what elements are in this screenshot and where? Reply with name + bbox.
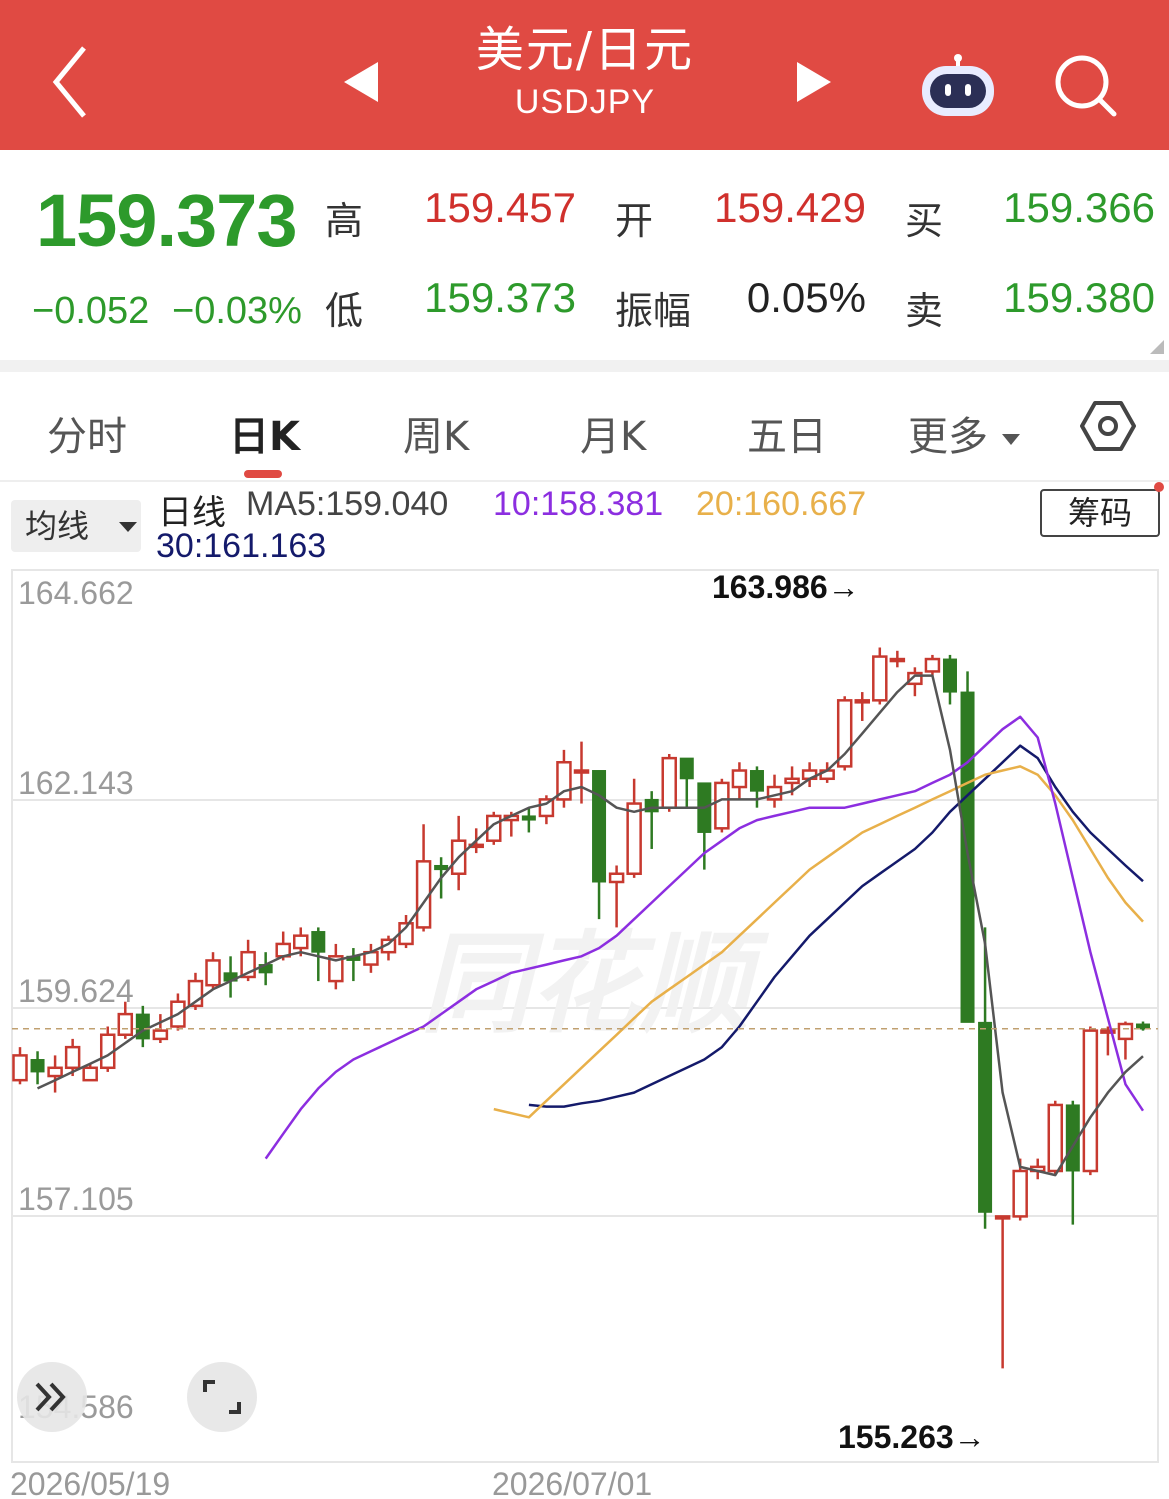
candle-body-up (661, 756, 677, 809)
candle-body-up (1047, 1103, 1064, 1173)
amplitude-value: 0.05% (746, 274, 866, 321)
amplitude-label: 振幅 (615, 289, 692, 333)
fullscreen-button[interactable] (187, 1362, 257, 1432)
tab-bar-divider (0, 480, 1169, 482)
candle-body-up (626, 802, 642, 875)
candlestick-chart[interactable]: 同花顺 164.662162.143159.624157.105154.586 … (0, 562, 1169, 1499)
candle-body-up (573, 769, 590, 774)
chevron-down-icon (119, 522, 137, 532)
back-arrow-icon[interactable] (40, 40, 100, 120)
tab-daily-k[interactable]: 日K (229, 404, 300, 462)
expand-corner-icon[interactable] (1150, 340, 1164, 354)
y-axis-tick-label: 162.143 (18, 765, 134, 801)
next-symbol-icon[interactable] (795, 60, 835, 104)
candle-body-down (592, 770, 607, 883)
top-nav-bar: 美元/日元 USDJPY (0, 0, 1169, 150)
candle-body-up (1012, 1169, 1028, 1218)
last-price: 159.373 (36, 179, 297, 262)
candle-body-up (1117, 1022, 1134, 1041)
candle-body-up (608, 872, 625, 884)
candle-body-down (749, 770, 764, 792)
search-icon[interactable] (1052, 52, 1118, 118)
candle-body-down (679, 757, 694, 780)
candle-body-up (994, 1215, 1011, 1220)
notification-dot (1154, 482, 1164, 492)
chip-distribution-button[interactable]: 筹码 (1040, 489, 1160, 537)
candle-body-down (978, 1021, 993, 1213)
fullscreen-icon (203, 1380, 241, 1414)
candle-body-up (47, 1066, 63, 1078)
price-change-percent: −0.03% (172, 290, 302, 332)
settings-hexagon-icon[interactable] (1080, 400, 1136, 452)
ma5-value: MA5:159.040 (246, 485, 449, 523)
previous-symbol-icon[interactable] (340, 60, 380, 104)
double-chevron-right-icon (35, 1382, 66, 1412)
dropdown-caret-icon (1001, 434, 1020, 445)
active-tab-indicator (244, 470, 282, 478)
bid-value: 159.366 (1003, 184, 1155, 231)
candle-body-up (714, 781, 730, 830)
ask-label: 卖 (905, 289, 944, 333)
tab-weekly-k[interactable]: 周K (403, 404, 469, 462)
candle-body-down (942, 658, 957, 693)
candle-body-up (731, 769, 748, 789)
ma30-value: 30:161.163 (156, 527, 327, 565)
open-label: 开 (615, 199, 654, 243)
candle-body-up (924, 657, 941, 673)
ask-value: 159.380 (1003, 274, 1155, 321)
x-axis-label-mid: 2026/07/01 (492, 1466, 652, 1499)
symbol-name-cn: 美元/日元 (475, 22, 695, 78)
section-divider (0, 360, 1169, 372)
candle-body-down (521, 815, 536, 821)
tab-more[interactable]: 更多 (908, 404, 1021, 462)
ma20-value: 20:160.667 (696, 485, 867, 523)
candle-body-up (64, 1045, 81, 1070)
low-label: 低 (325, 289, 364, 333)
symbol-code: USDJPY (514, 83, 656, 121)
candle-body-up (152, 1029, 169, 1041)
min-price-label: 155.263→ (838, 1419, 986, 1455)
max-price-label: 163.986→ (712, 569, 860, 605)
y-axis-tick-label: 164.662 (18, 575, 134, 611)
candle-body-down (311, 931, 326, 953)
y-axis-tick-label: 159.624 (18, 973, 134, 1009)
tab-intraday[interactable]: 分时 (47, 404, 127, 462)
low-value: 159.373 (424, 274, 576, 321)
candle-body-up (889, 657, 906, 663)
candle-body-up (836, 699, 853, 768)
open-value: 159.429 (714, 184, 866, 231)
price-change: −0.052 (32, 290, 150, 332)
ma10-value: 10:158.381 (493, 485, 664, 523)
y-axis-labels: 164.662162.143159.624157.105154.586 (18, 575, 134, 1425)
candle-body-up (784, 777, 800, 785)
tab-five-day[interactable]: 五日 (747, 404, 827, 462)
candle-body-up (205, 959, 221, 987)
tab-more-label: 更多 (908, 414, 988, 460)
candle-body-up (293, 934, 309, 950)
candle-body-up (12, 1054, 28, 1082)
candle-body-up (1082, 1029, 1099, 1173)
candle-body-up (117, 1012, 134, 1037)
high-label: 高 (325, 199, 364, 243)
bid-label: 买 (905, 199, 944, 243)
candle-body-down (30, 1059, 45, 1073)
symbol-title: 美元/日元 USDJPY (400, 20, 770, 124)
ma-selector-label: 均线 (25, 507, 90, 545)
candle-body-up (854, 699, 870, 704)
ma-selector-button[interactable]: 均线 (11, 500, 141, 552)
tab-monthly-k[interactable]: 月K (580, 404, 646, 462)
y-axis-tick-label: 157.105 (18, 1181, 134, 1217)
ai-assistant-robot-icon[interactable] (918, 52, 998, 122)
candle-body-up (82, 1066, 98, 1082)
expand-panel-button[interactable] (17, 1362, 87, 1432)
high-value: 159.457 (424, 184, 576, 231)
candle-body-up (872, 655, 888, 702)
candle-body-down (434, 864, 449, 871)
x-axis-label-start: 2026/05/19 (10, 1466, 170, 1499)
